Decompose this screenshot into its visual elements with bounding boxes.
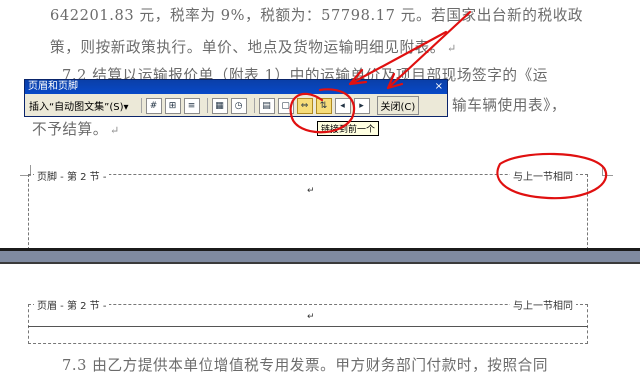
red-circle-annotation — [496, 152, 608, 200]
red-arrow-annotation — [386, 10, 472, 90]
document-page: 642201.83 元，税率为 9%，税额为：57798.17 元。若国家出台新… — [0, 0, 640, 378]
red-circle-annotation — [289, 88, 356, 134]
red-arrow-annotation — [348, 30, 448, 86]
red-annotation-overlay — [289, 10, 608, 200]
